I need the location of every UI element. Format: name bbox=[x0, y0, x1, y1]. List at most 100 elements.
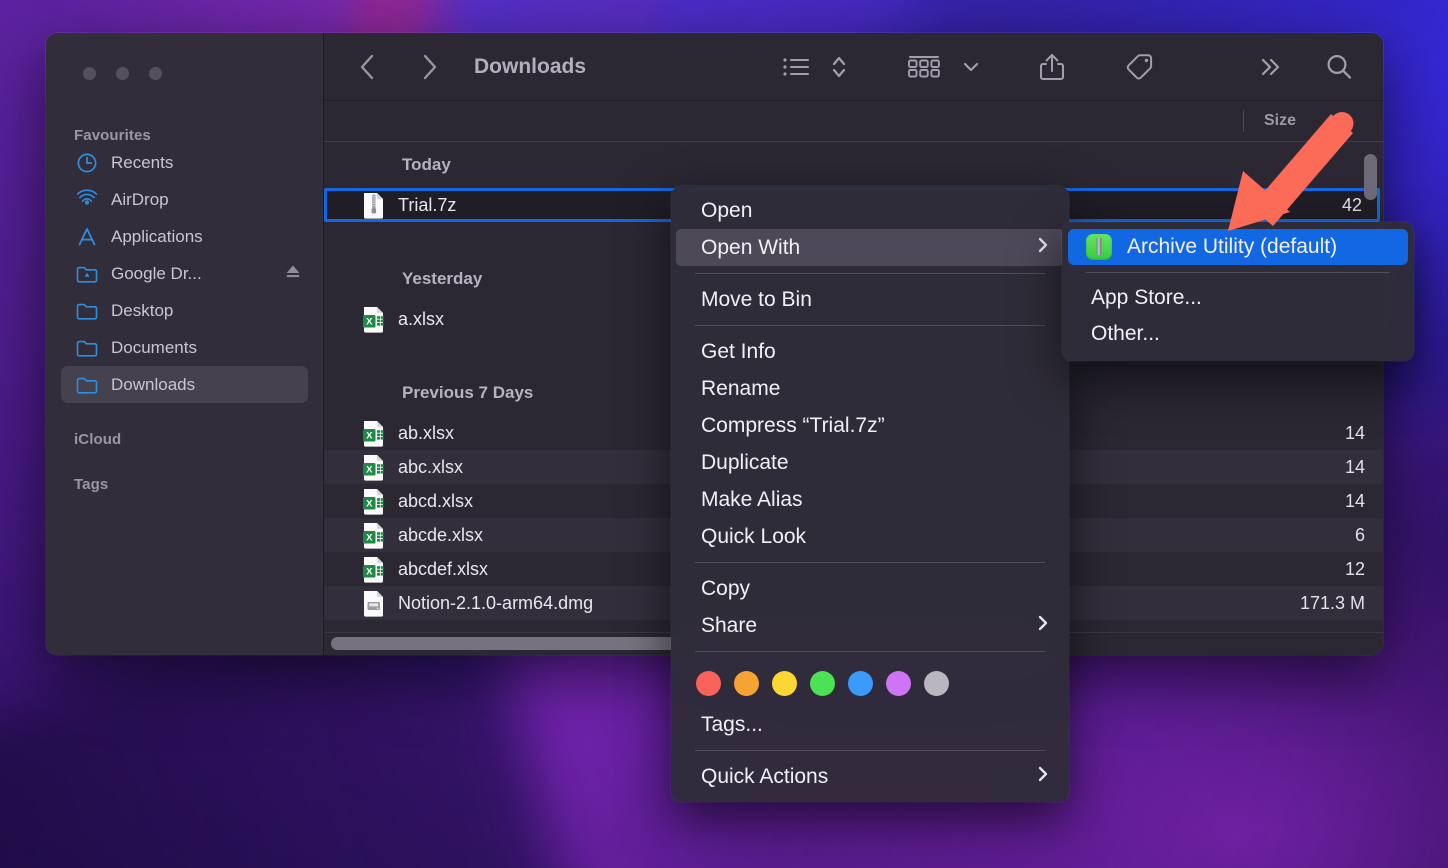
menu-item-label: Open With bbox=[701, 236, 800, 260]
menu-item-label: Duplicate bbox=[701, 451, 789, 475]
maximize-button[interactable] bbox=[149, 67, 162, 80]
clock-icon bbox=[74, 152, 100, 174]
column-header-row: Size bbox=[324, 101, 1383, 142]
file-size: 42 bbox=[1342, 195, 1362, 216]
menu-separator bbox=[695, 273, 1045, 274]
menu-item-rename[interactable]: Rename bbox=[676, 370, 1064, 407]
chevron-right-icon bbox=[1036, 613, 1050, 639]
back-button[interactable] bbox=[350, 50, 384, 84]
archive-file-icon bbox=[362, 192, 386, 218]
sidebar-item-documents[interactable]: Documents bbox=[61, 329, 308, 366]
vertical-scrollbar-thumb[interactable] bbox=[1364, 154, 1377, 200]
tag-color-dot-4[interactable] bbox=[848, 671, 873, 696]
desktop-background: FavouritesRecents AirDrop Applications Goog… bbox=[0, 0, 1448, 868]
menu-item-copy[interactable]: Copy bbox=[676, 570, 1064, 607]
sidebar-section-title: Tags bbox=[46, 448, 323, 493]
menu-item-label: Tags... bbox=[701, 713, 763, 737]
sidebar-item-airdrop[interactable]: AirDrop bbox=[61, 181, 308, 218]
sidebar-item-label: Downloads bbox=[111, 375, 195, 395]
submenu-item-other[interactable]: Other... bbox=[1068, 316, 1408, 352]
sidebar-item-label: AirDrop bbox=[111, 190, 169, 210]
airdrop-icon bbox=[74, 189, 100, 211]
menu-item-tags[interactable]: Tags... bbox=[676, 706, 1064, 743]
folder-icon bbox=[74, 337, 100, 359]
file-size: 14 bbox=[1345, 491, 1365, 512]
menu-item-make-alias[interactable]: Make Alias bbox=[676, 481, 1064, 518]
file-size: 14 bbox=[1345, 423, 1365, 444]
tag-color-dot-5[interactable] bbox=[886, 671, 911, 696]
file-name: Trial.7z bbox=[398, 195, 456, 216]
group-by-icon[interactable] bbox=[899, 49, 949, 85]
sidebar-item-recents[interactable]: Recents bbox=[61, 144, 308, 181]
svg-text:X: X bbox=[366, 567, 373, 578]
submenu-item-app-store[interactable]: App Store... bbox=[1068, 280, 1408, 316]
tag-color-dot-2[interactable] bbox=[772, 671, 797, 696]
menu-separator bbox=[695, 562, 1045, 563]
menu-item-move-to-bin[interactable]: Move to Bin bbox=[676, 281, 1064, 318]
menu-item-compress-trial-7z[interactable]: Compress “Trial.7z” bbox=[676, 407, 1064, 444]
menu-item-label: Rename bbox=[701, 377, 780, 401]
file-name: a.xlsx bbox=[398, 309, 444, 330]
file-size: 171.3 M bbox=[1300, 593, 1365, 614]
menu-item-label: Get Info bbox=[701, 340, 776, 364]
file-name: Notion-2.1.0-arm64.dmg bbox=[398, 593, 593, 614]
submenu-item-label: Archive Utility (default) bbox=[1127, 235, 1337, 259]
menu-item-share[interactable]: Share bbox=[676, 607, 1064, 644]
tag-icon[interactable] bbox=[1117, 49, 1163, 85]
svg-text:X: X bbox=[366, 465, 373, 476]
tag-color-dot-6[interactable] bbox=[924, 671, 949, 696]
svg-text:X: X bbox=[366, 533, 373, 544]
menu-item-open[interactable]: Open bbox=[676, 192, 1064, 229]
search-icon[interactable] bbox=[1317, 49, 1361, 85]
file-size: 6 bbox=[1355, 525, 1365, 546]
double-chevron-right-icon[interactable] bbox=[1249, 49, 1293, 85]
sidebar-section-title: iCloud bbox=[46, 403, 323, 448]
menu-item-label: Quick Look bbox=[701, 525, 806, 549]
page-title: Downloads bbox=[474, 55, 586, 79]
xlsx-file-icon: X bbox=[362, 522, 386, 548]
submenu-item-archive-utility-default[interactable]: Archive Utility (default) bbox=[1068, 229, 1408, 265]
sidebar-item-downloads[interactable]: Downloads bbox=[61, 366, 308, 403]
menu-item-quick-actions[interactable]: Quick Actions bbox=[676, 758, 1064, 795]
close-button[interactable] bbox=[83, 67, 96, 80]
forward-button[interactable] bbox=[412, 50, 446, 84]
svg-text:X: X bbox=[366, 499, 373, 510]
menu-item-label: Quick Actions bbox=[701, 765, 828, 789]
menu-separator bbox=[1086, 272, 1390, 273]
sidebar-section-title: Favourites bbox=[46, 80, 323, 144]
column-header-size[interactable]: Size bbox=[1243, 110, 1383, 132]
sort-chevrons-icon[interactable] bbox=[823, 49, 855, 85]
sidebar-item-desktop[interactable]: Desktop bbox=[61, 292, 308, 329]
share-icon[interactable] bbox=[1031, 49, 1073, 85]
file-name: abcd.xlsx bbox=[398, 491, 473, 512]
submenu-item-label: Other... bbox=[1091, 322, 1160, 346]
tag-color-dot-0[interactable] bbox=[696, 671, 721, 696]
sidebar-item-label: Documents bbox=[111, 338, 197, 358]
xlsx-file-icon: X bbox=[362, 454, 386, 480]
menu-item-label: Move to Bin bbox=[701, 288, 812, 312]
svg-text:X: X bbox=[366, 317, 373, 328]
dmg-file-icon bbox=[362, 590, 386, 616]
chevron-down-icon[interactable] bbox=[955, 49, 987, 85]
sidebar-item-applications[interactable]: Applications bbox=[61, 218, 308, 255]
eject-icon[interactable] bbox=[284, 262, 302, 285]
menu-item-duplicate[interactable]: Duplicate bbox=[676, 444, 1064, 481]
file-name: abc.xlsx bbox=[398, 457, 463, 478]
sidebar-item-label: Google Dr... bbox=[111, 264, 202, 284]
sidebar-item-label: Desktop bbox=[111, 301, 173, 321]
minimize-button[interactable] bbox=[116, 67, 129, 80]
window-traffic-lights bbox=[46, 33, 323, 80]
menu-item-get-info[interactable]: Get Info bbox=[676, 333, 1064, 370]
google-drive-folder-icon bbox=[74, 263, 100, 285]
tag-color-dot-3[interactable] bbox=[810, 671, 835, 696]
file-name: abcde.xlsx bbox=[398, 525, 483, 546]
menu-item-label: Copy bbox=[701, 577, 750, 601]
tag-color-dot-1[interactable] bbox=[734, 671, 759, 696]
menu-item-open-with[interactable]: Open With bbox=[676, 229, 1064, 266]
menu-item-quick-look[interactable]: Quick Look bbox=[676, 518, 1064, 555]
sidebar-item-google-dr[interactable]: Google Dr... bbox=[61, 255, 308, 292]
submenu-item-label: App Store... bbox=[1091, 286, 1202, 310]
file-size: 12 bbox=[1345, 559, 1365, 580]
svg-text:X: X bbox=[366, 431, 373, 442]
list-view-icon[interactable] bbox=[775, 49, 819, 85]
